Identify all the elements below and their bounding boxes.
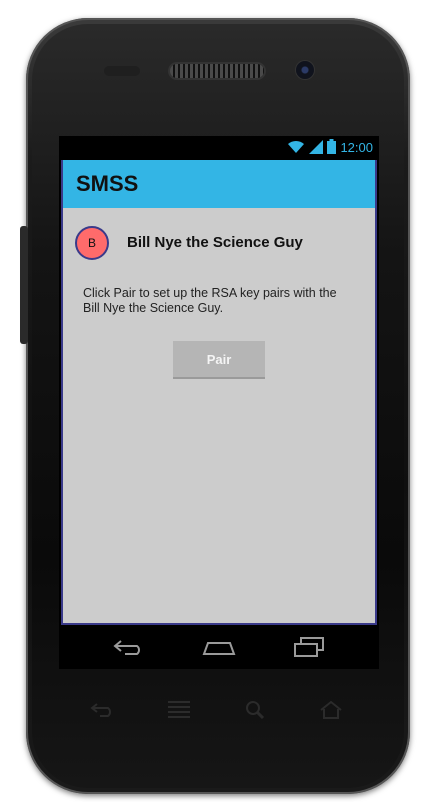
back-icon[interactable]: [109, 633, 149, 661]
signal-icon: [309, 139, 324, 157]
app-title: SMSS: [76, 171, 139, 196]
hardware-home-icon[interactable]: [314, 696, 348, 724]
proximity-sensor: [104, 66, 140, 76]
volume-button[interactable]: [20, 226, 28, 344]
avatar: B: [75, 226, 109, 260]
wifi-icon: [287, 140, 305, 157]
pair-button[interactable]: Pair: [173, 341, 265, 379]
navigation-bar: [59, 625, 379, 669]
contact-header: B Bill Nye the Science Guy: [75, 224, 365, 264]
recent-apps-icon[interactable]: [289, 633, 329, 661]
status-time: 12:00: [340, 140, 373, 155]
hardware-back-icon[interactable]: [86, 696, 120, 724]
status-bar: 12:00: [59, 136, 379, 160]
hardware-search-icon[interactable]: [238, 696, 272, 724]
earpiece-speaker: [170, 64, 264, 78]
hardware-menu-icon[interactable]: [162, 696, 196, 724]
contact-name: Bill Nye the Science Guy: [127, 234, 303, 251]
front-camera: [296, 61, 314, 79]
home-icon[interactable]: [199, 633, 239, 661]
battery-icon: [327, 139, 337, 157]
action-bar: SMSS: [63, 160, 375, 208]
app-window: SMSS B Bill Nye the Science Guy Click Pa…: [61, 160, 377, 625]
device-screen: 12:00 SMSS B Bill Nye the Science Guy Cl…: [59, 136, 379, 669]
avatar-letter: B: [87, 236, 96, 250]
pair-instructions: Click Pair to set up the RSA key pairs w…: [83, 286, 337, 315]
